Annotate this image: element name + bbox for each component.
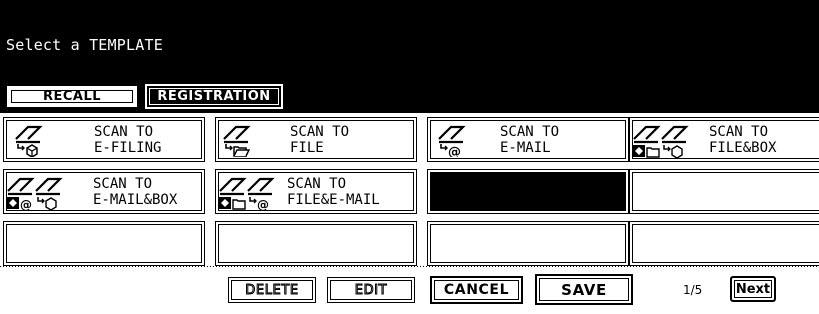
template-button-5[interactable]: @ SCAN TO E-MAIL&BOX bbox=[3, 169, 205, 214]
template-button-8[interactable] bbox=[629, 169, 819, 214]
tab-registration[interactable]: REGISTRATION bbox=[145, 84, 283, 109]
template-label-line2: FILE bbox=[290, 140, 324, 156]
scan-to-email-and-box-icon: @ bbox=[7, 177, 63, 211]
template-button-12[interactable] bbox=[629, 221, 819, 266]
template-button-7-selected[interactable] bbox=[427, 169, 629, 214]
template-grid: SCAN TO E-FILING SCAN TO FILE @ SCAN TO … bbox=[0, 113, 819, 266]
template-label-line2: FILE&E-MAIL bbox=[287, 192, 380, 208]
template-button-10[interactable] bbox=[215, 221, 417, 266]
template-label-line1: SCAN TO bbox=[500, 124, 560, 140]
template-button-1[interactable]: SCAN TO E-FILING bbox=[3, 117, 205, 162]
mode-tabs: RECALL REGISTRATION bbox=[5, 84, 283, 111]
template-label-line1: SCAN TO bbox=[287, 176, 347, 192]
cancel-button[interactable]: CANCEL bbox=[430, 276, 523, 304]
scan-to-file-icon bbox=[223, 125, 251, 157]
template-label-line2: E-MAIL bbox=[500, 140, 551, 156]
template-button-6[interactable]: @ SCAN TO FILE&E-MAIL bbox=[215, 169, 417, 214]
scan-to-email-icon: @ bbox=[438, 125, 466, 157]
scan-to-efiling-icon bbox=[15, 125, 43, 157]
svg-text:@: @ bbox=[448, 145, 461, 157]
template-label-line1: SCAN TO bbox=[290, 124, 350, 140]
template-button-11[interactable] bbox=[427, 221, 629, 266]
template-button-9[interactable] bbox=[3, 221, 205, 266]
tab-recall[interactable]: RECALL bbox=[5, 84, 139, 109]
template-label-line2: FILE&BOX bbox=[709, 140, 777, 156]
prompt-text: Select a TEMPLATE bbox=[6, 36, 163, 54]
template-label-line1: SCAN TO bbox=[94, 124, 154, 140]
template-button-3[interactable]: @ SCAN TO E-MAIL bbox=[427, 117, 629, 162]
template-label-line1: SCAN TO bbox=[709, 124, 769, 140]
svg-text:@: @ bbox=[20, 198, 32, 211]
scan-to-file-and-email-icon: @ bbox=[219, 177, 275, 211]
template-label-line1: SCAN TO bbox=[93, 176, 153, 192]
footer-separator bbox=[0, 266, 819, 267]
scan-to-file-and-box-icon bbox=[633, 125, 689, 159]
delete-button[interactable]: DELETE bbox=[228, 277, 316, 303]
page-indicator: 1/5 bbox=[683, 283, 703, 297]
template-label-line2: E-MAIL&BOX bbox=[93, 192, 178, 208]
next-button[interactable]: Next bbox=[730, 276, 776, 302]
save-button[interactable]: SAVE bbox=[535, 274, 633, 305]
template-button-2[interactable]: SCAN TO FILE bbox=[215, 117, 417, 162]
svg-text:@: @ bbox=[257, 198, 269, 211]
template-button-4[interactable]: SCAN TO FILE&BOX bbox=[629, 117, 819, 162]
template-label-line2: E-FILING bbox=[94, 140, 162, 156]
edit-button[interactable]: EDIT bbox=[327, 277, 415, 303]
